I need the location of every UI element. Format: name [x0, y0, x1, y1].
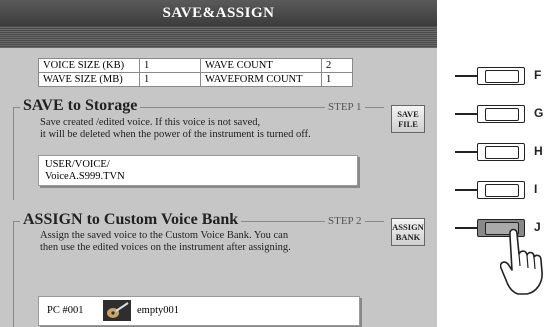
pressing-hand-icon — [500, 228, 543, 295]
button-letter-f: F — [534, 68, 542, 82]
pointer-line — [455, 75, 477, 77]
waveform-count-label: WAVEFORM COUNT — [200, 72, 322, 87]
save-description-line1: Save created /edited voice. If this voic… — [40, 117, 261, 128]
button-face — [485, 184, 519, 197]
button-letter-h: H — [534, 144, 543, 158]
button-body[interactable] — [477, 67, 525, 85]
save-step-label: STEP 1 — [325, 101, 365, 113]
pointer-line — [455, 151, 477, 153]
save-section-title: SAVE to Storage — [20, 97, 141, 115]
button-letter-i: I — [534, 182, 538, 196]
save-file-button[interactable]: SAVE FILE — [391, 105, 425, 133]
pointer-line — [455, 113, 477, 115]
table-row: VOICE SIZE (KB) 1 WAVE COUNT 2 — [38, 58, 353, 73]
display-screen: SAVE&ASSIGN VOICE SIZE (KB) 1 WAVE COUNT… — [0, 0, 437, 327]
save-path-box: USER/VOICE/ VoiceA.S999.TVN — [38, 155, 358, 186]
header-stripes — [0, 26, 437, 48]
assign-bank-button[interactable]: ASSIGN BANK — [391, 218, 425, 246]
assigned-voice-box[interactable]: PC #001 empty001 — [38, 296, 360, 326]
voice-info-table: VOICE SIZE (KB) 1 WAVE COUNT 2 WAVE SIZE… — [38, 58, 353, 87]
guitar-thumbnail-icon — [103, 300, 131, 321]
button-face — [485, 108, 519, 121]
voice-size-label: VOICE SIZE (KB) — [38, 58, 140, 73]
save-file-button-label1: SAVE — [397, 109, 419, 119]
wave-count-label: WAVE COUNT — [200, 58, 322, 73]
button-face — [485, 146, 519, 159]
waveform-count-value: 1 — [321, 72, 353, 87]
assign-description-line2: then use the edited voices on the instru… — [40, 242, 291, 253]
voice-name: empty001 — [137, 305, 179, 316]
assign-description: Assign the saved voice to the Custom Voi… — [40, 230, 291, 254]
assign-bank-button-label1: ASSIGN — [392, 222, 424, 232]
pointer-line — [455, 189, 477, 191]
button-body[interactable] — [477, 181, 525, 199]
assign-description-line1: Assign the saved voice to the Custom Voi… — [40, 230, 289, 241]
save-file-button-label2: FILE — [398, 119, 418, 129]
assign-step-label: STEP 2 — [325, 215, 365, 227]
button-letter-g: G — [534, 106, 544, 120]
button-face — [485, 70, 519, 83]
button-body[interactable] — [477, 105, 525, 123]
voice-size-value: 1 — [139, 58, 201, 73]
save-description: Save created /edited voice. If this voic… — [40, 117, 311, 141]
button-body[interactable] — [477, 143, 525, 161]
save-path-line2: VoiceA.S999.TVN — [45, 171, 125, 182]
assign-bank-button-label2: BANK — [395, 232, 421, 242]
wave-count-value: 2 — [321, 58, 353, 73]
pointer-line — [455, 227, 477, 229]
table-row: WAVE SIZE (MB) 1 WAVEFORM COUNT 1 — [38, 72, 353, 87]
save-description-line2: it will be deleted when the power of the… — [40, 129, 311, 140]
voice-pc-number: PC #001 — [47, 305, 84, 316]
page-title: SAVE&ASSIGN — [0, 0, 437, 26]
assign-section-title: ASSIGN to Custom Voice Bank — [20, 211, 242, 229]
save-path-line1: USER/VOICE/ — [45, 159, 110, 170]
wave-size-label: WAVE SIZE (MB) — [38, 72, 140, 87]
wave-size-value: 1 — [139, 72, 201, 87]
